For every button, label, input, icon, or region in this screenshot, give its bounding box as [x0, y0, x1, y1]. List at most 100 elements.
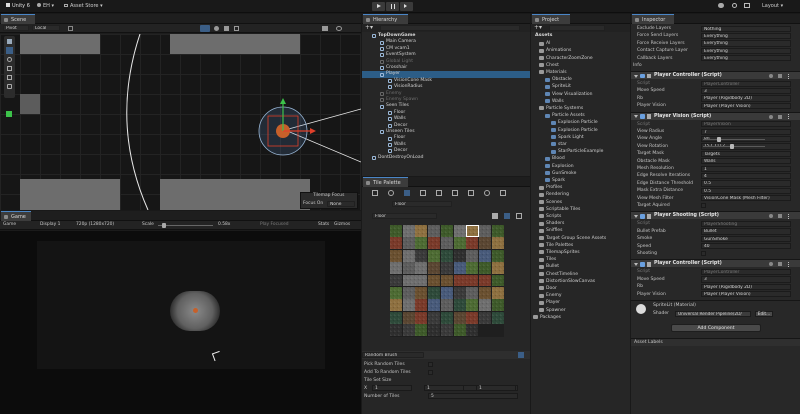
palette-tile[interactable]	[415, 274, 428, 287]
select-tool-icon[interactable]	[372, 190, 378, 196]
palette-tile[interactable]	[428, 262, 441, 274]
inspector-field-value[interactable]: PlayerShooting	[701, 220, 791, 228]
palette-tile[interactable]	[453, 324, 466, 336]
component-menu-icon[interactable]	[788, 114, 790, 120]
project-item[interactable]: Blood	[531, 155, 630, 162]
project-item[interactable]: Explosion Particle	[531, 119, 630, 126]
gizmos-button[interactable]: Gizmos	[334, 222, 350, 228]
scene-2d-toggle[interactable]	[200, 25, 210, 32]
palette-tile[interactable]	[478, 225, 491, 237]
project-item[interactable]: TilemapSprites	[531, 249, 630, 256]
component-menu-icon[interactable]	[788, 213, 790, 219]
inspector-field-value[interactable]: 4	[701, 172, 791, 180]
palette-tile[interactable]	[453, 249, 466, 262]
project-item[interactable]: Materials	[531, 69, 630, 76]
project-item[interactable]: Tiles	[531, 256, 630, 263]
palette-tile[interactable]	[478, 287, 491, 299]
palette-tile[interactable]	[491, 287, 504, 299]
palette-tile[interactable]	[453, 287, 466, 299]
rotate-tile-icon[interactable]	[484, 190, 490, 196]
palette-tile[interactable]	[402, 311, 415, 324]
project-item[interactable]: Packages	[531, 314, 630, 321]
palette-tile[interactable]	[415, 249, 428, 262]
flip-tile-icon[interactable]	[500, 190, 506, 196]
user-button[interactable]: EH ▾	[37, 2, 54, 10]
display-dropdown[interactable]: Display 1	[40, 222, 60, 228]
inspector-field-value[interactable]: Player (Player Vision)	[701, 102, 791, 109]
cloud-icon[interactable]	[718, 3, 724, 8]
inspector-field-value[interactable]: Bullet	[701, 228, 791, 235]
palette-menu-icon[interactable]	[516, 213, 522, 219]
palette-tile[interactable]	[491, 249, 504, 262]
inspector-field-value[interactable]: PlayerVision	[701, 121, 791, 128]
palette-tile[interactable]	[402, 287, 415, 299]
transform-tool-icon[interactable]	[7, 84, 12, 89]
scene-gizmos-icon[interactable]	[336, 26, 342, 31]
project-item[interactable]: Shaders	[531, 220, 630, 227]
palette-tile[interactable]	[453, 274, 466, 287]
palette-tile[interactable]	[478, 237, 491, 250]
inspector-field-value[interactable]: Player (Rigidbody 2D)	[701, 95, 791, 102]
palette-tile[interactable]	[466, 237, 479, 250]
palette-tile[interactable]	[390, 324, 402, 336]
scale-slider-knob[interactable]	[162, 223, 166, 228]
project-item[interactable]: Player	[531, 299, 630, 306]
palette-tile[interactable]	[402, 225, 415, 237]
tab-game[interactable]: Game	[1, 211, 31, 221]
project-item[interactable]: Animations	[531, 47, 630, 54]
project-item[interactable]: Target Group Scene Assets	[531, 235, 630, 242]
palette-tile[interactable]	[466, 299, 479, 312]
inspector-field-value[interactable]: Everything	[701, 55, 791, 62]
tile-set-size-y-field[interactable]: 1	[424, 385, 464, 391]
palette-tile[interactable]	[491, 225, 504, 237]
palette-tile[interactable]	[428, 311, 441, 324]
step-button[interactable]	[400, 2, 413, 11]
project-item[interactable]: Tile Palettes	[531, 242, 630, 249]
component-header[interactable]: Player Vision (Script)	[631, 111, 800, 120]
project-add-button[interactable]: +▾	[534, 25, 542, 31]
component-header[interactable]: Player Controller (Script)	[631, 259, 800, 268]
palette-tile[interactable]	[478, 262, 491, 274]
project-item[interactable]: Walls	[531, 98, 630, 105]
preset-icon[interactable]	[778, 262, 782, 267]
palette-tile[interactable]	[415, 324, 428, 336]
pivot-dropdown[interactable]: Pivot	[3, 25, 29, 31]
palette-tile[interactable]	[428, 299, 441, 312]
palette-tile[interactable]	[390, 287, 402, 299]
project-item[interactable]: Scriptable Tiles	[531, 206, 630, 213]
project-item[interactable]: AI	[531, 40, 630, 47]
move-tool-icon[interactable]	[6, 47, 13, 54]
scale-tool-icon[interactable]	[7, 66, 12, 71]
account-button[interactable]: Unity 6	[3, 2, 33, 10]
edit-palette-icon[interactable]	[492, 213, 498, 219]
palette-tile[interactable]	[415, 311, 428, 324]
palette-tile[interactable]	[440, 311, 453, 324]
palette-tile[interactable]	[415, 262, 428, 274]
brush-settings-icon[interactable]	[518, 352, 524, 358]
palette-tile[interactable]	[466, 274, 479, 287]
component-header[interactable]: Player Controller (Script)	[631, 71, 800, 79]
paint-tool-icon[interactable]	[404, 190, 410, 196]
project-item[interactable]: Particle Assets	[531, 112, 630, 119]
shader-dropdown[interactable]: Universal Render Pipeline/2D/	[675, 310, 751, 317]
inspector-field-value[interactable]: 40	[701, 243, 791, 250]
component-enabled-checkbox[interactable]	[640, 214, 645, 219]
project-item[interactable]: Bullet	[531, 263, 630, 270]
palette-tile[interactable]	[428, 225, 441, 237]
scene-canvas[interactable]: Tilemap Focus Focus On None	[0, 34, 361, 210]
inspector-field-value[interactable]: PlayerController	[701, 80, 791, 87]
inspector-field-value[interactable]: VisionCone Mask (Mesh Filter)	[701, 195, 791, 202]
hierarchy-add-button[interactable]: +▾	[365, 25, 373, 31]
tab-tile-palette[interactable]: Tile Palette	[363, 177, 408, 187]
game-display-type[interactable]: Game	[3, 222, 16, 228]
hierarchy-row[interactable]: DontDestroyOnLoad	[362, 155, 530, 161]
inspector-field-value[interactable]: Targets	[701, 150, 791, 157]
palette-tile[interactable]	[440, 287, 453, 299]
palette-tile[interactable]	[415, 237, 428, 250]
pause-button[interactable]	[386, 2, 399, 11]
palette-tile[interactable]	[415, 299, 428, 312]
audio-icon[interactable]	[224, 26, 229, 31]
layout-dropdown[interactable]: Layout ▾	[762, 2, 783, 10]
inspector-field-value[interactable]: Player (Rigidbody 2D)	[701, 283, 791, 290]
palette-tile[interactable]	[491, 274, 504, 287]
